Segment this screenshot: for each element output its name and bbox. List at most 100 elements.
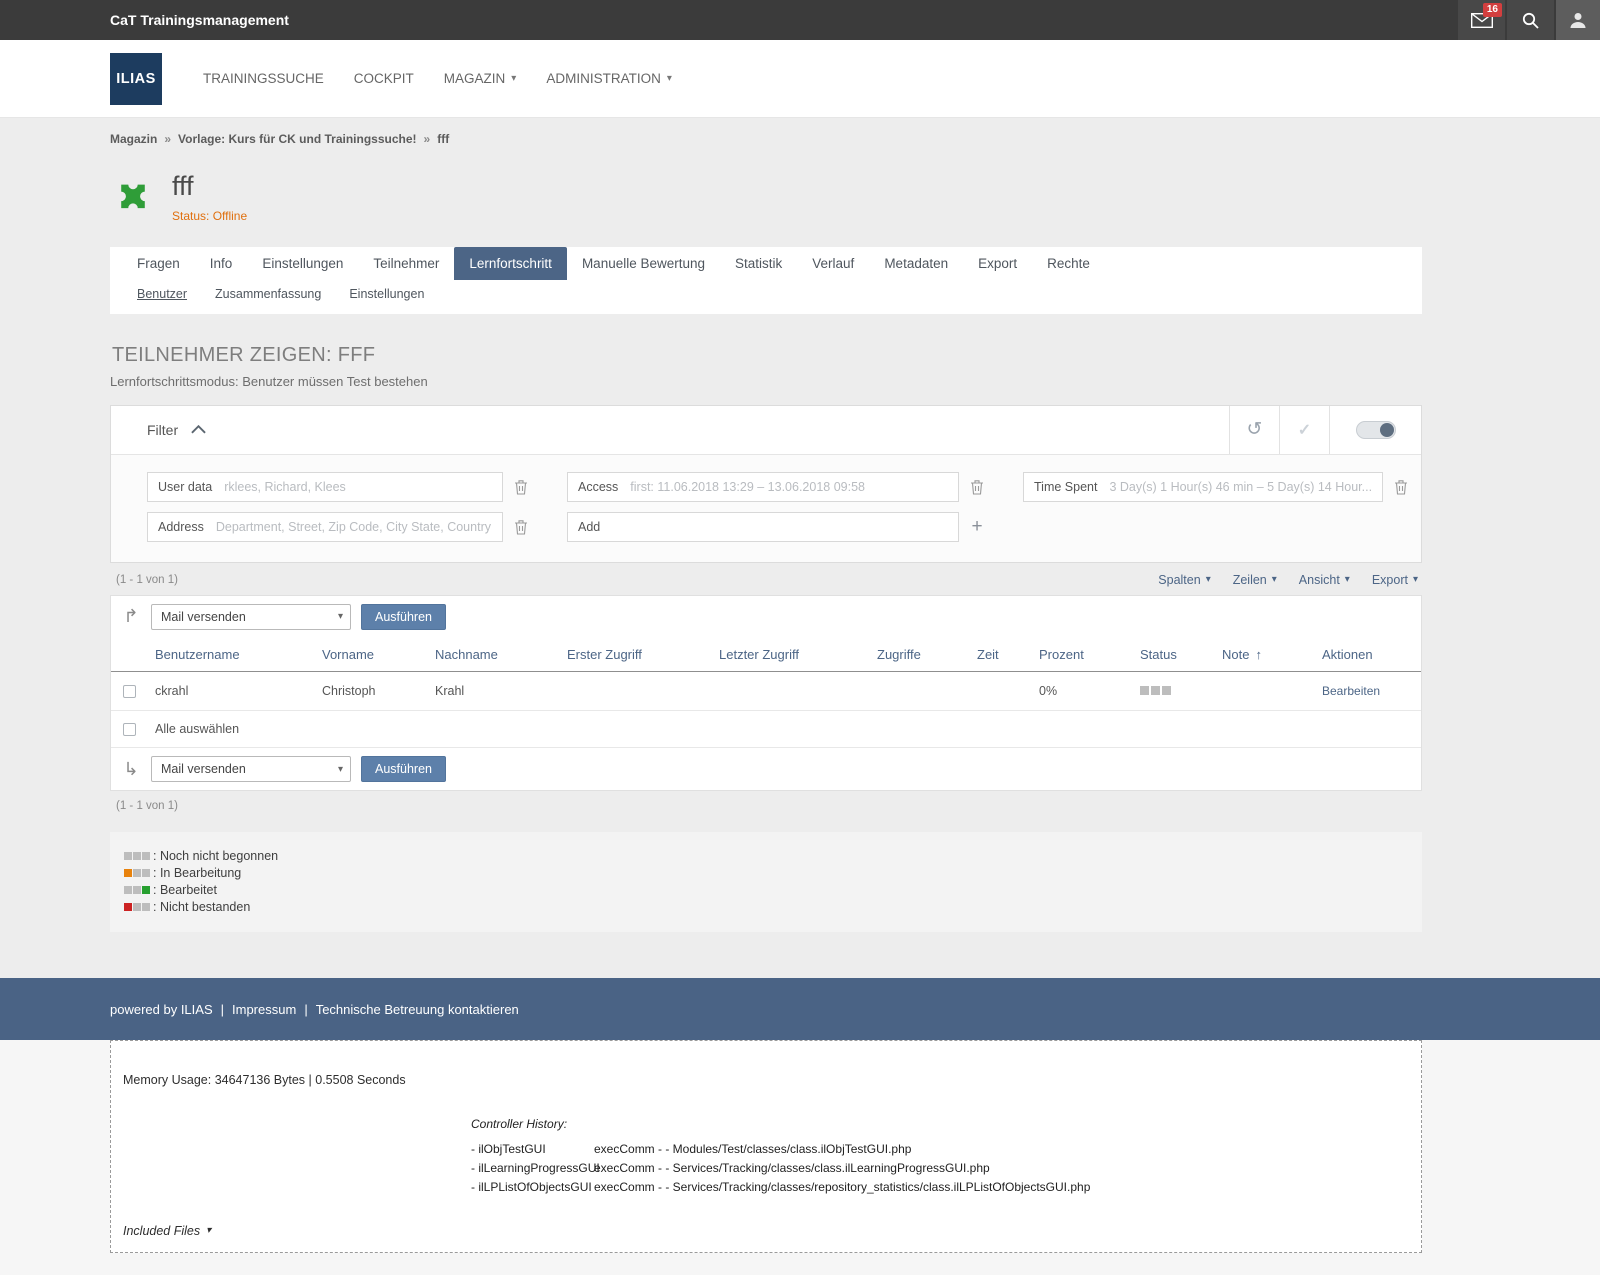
- subtab-benutzer[interactable]: Benutzer: [137, 287, 187, 301]
- tab-info[interactable]: Info: [195, 247, 248, 280]
- breadcrumb-item-vorlage[interactable]: Vorlage: Kurs für CK und Trainingssuche!: [178, 132, 416, 146]
- remove-address-filter-button[interactable]: [503, 519, 539, 535]
- menu-label: Zeilen: [1233, 573, 1267, 587]
- col-letzter-zugriff[interactable]: Letzter Zugriff: [711, 638, 869, 672]
- filter-field-access-wrap: Access first: 11.06.2018 13:29 – 13.06.2…: [567, 472, 995, 502]
- topbar: CaT Trainingsmanagement 16: [0, 0, 1600, 40]
- nav-cockpit[interactable]: COCKPIT: [339, 61, 429, 96]
- menu-spalten[interactable]: Spalten▾: [1158, 573, 1210, 587]
- filter-field-time-spent-wrap: Time Spent 3 Day(s) 1 Hour(s) 46 min – 5…: [1023, 472, 1419, 502]
- access-input[interactable]: Access first: 11.06.2018 13:29 – 13.06.2…: [567, 472, 959, 502]
- nav-magazin[interactable]: MAGAZIN▾: [429, 61, 532, 96]
- mail-button[interactable]: 16: [1458, 0, 1505, 40]
- search-button[interactable]: [1507, 0, 1554, 40]
- remove-time-spent-filter-button[interactable]: [1383, 479, 1419, 495]
- tab-verlauf[interactable]: Verlauf: [797, 247, 869, 280]
- col-erster-zugriff[interactable]: Erster Zugriff: [559, 638, 711, 672]
- topbar-icons: 16: [1456, 0, 1600, 40]
- field-label: Time Spent: [1034, 480, 1097, 494]
- address-input[interactable]: Address Department, Street, Zip Code, Ci…: [147, 512, 503, 542]
- filter-apply-button[interactable]: ✓: [1279, 406, 1329, 454]
- tab-lernfortschritt[interactable]: Lernfortschritt: [454, 247, 567, 280]
- nav-trainingssuche[interactable]: TRAININGSSUCHE: [188, 61, 339, 96]
- col-status[interactable]: Status: [1132, 638, 1214, 672]
- history-entry: - ilObjTestGUI execComm - - Modules/Test…: [471, 1140, 1421, 1159]
- action-select-bottom[interactable]: Mail versenden ▾: [151, 756, 351, 782]
- check-icon: ✓: [1298, 420, 1311, 440]
- support-link[interactable]: Technische Betreuung kontaktieren: [316, 1002, 519, 1017]
- status-square: [124, 903, 132, 911]
- memory-usage: Memory Usage: 34647136 Bytes | 0.5508 Se…: [123, 1073, 1421, 1087]
- col-benutzername[interactable]: Benutzername: [147, 638, 314, 672]
- history-class: - ilLPListOfObjectsGUI: [471, 1178, 594, 1197]
- tab-manuelle-bewertung[interactable]: Manuelle Bewertung: [567, 247, 720, 280]
- status-square: [142, 886, 150, 894]
- tab-metadaten[interactable]: Metadaten: [869, 247, 963, 280]
- col-zugriffe[interactable]: Zugriffe: [869, 638, 969, 672]
- included-files-label: Included Files: [123, 1224, 200, 1238]
- trash-icon: [970, 479, 984, 495]
- col-prozent[interactable]: Prozent: [1031, 638, 1132, 672]
- status-square: [124, 886, 132, 894]
- tab-statistik[interactable]: Statistik: [720, 247, 797, 280]
- nav-label: MAGAZIN: [444, 71, 506, 86]
- tab-rechte[interactable]: Rechte: [1032, 247, 1105, 280]
- time-spent-input[interactable]: Time Spent 3 Day(s) 1 Hour(s) 46 min – 5…: [1023, 472, 1383, 502]
- trash-icon: [1394, 479, 1408, 495]
- col-note[interactable]: Note↑: [1214, 638, 1314, 672]
- col-nachname[interactable]: Nachname: [427, 638, 559, 672]
- add-filter-field[interactable]: Add: [567, 512, 959, 542]
- breadcrumb-item-fff[interactable]: fff: [437, 132, 449, 146]
- status-square: [142, 869, 150, 877]
- powered-by-link[interactable]: powered by ILIAS: [110, 1002, 213, 1017]
- subtab-einstellungen[interactable]: Einstellungen: [349, 287, 424, 301]
- menu-zeilen[interactable]: Zeilen ▾: [1233, 573, 1277, 587]
- row-checkbox[interactable]: [123, 685, 136, 698]
- execute-button-top[interactable]: Ausführen: [361, 604, 446, 630]
- included-files-toggle[interactable]: Included Files ▾: [123, 1224, 1421, 1238]
- add-filter-button[interactable]: +: [959, 516, 995, 538]
- breadcrumb: Magazin»Vorlage: Kurs für CK und Trainin…: [0, 118, 1600, 146]
- user-data-input[interactable]: User data rklees, Richard, Klees: [147, 472, 503, 502]
- field-placeholder: 3 Day(s) 1 Hour(s) 46 min – 5 Day(s) 14 …: [1109, 480, 1372, 494]
- ilias-logo[interactable]: ILIAS: [110, 53, 162, 105]
- cell-zugriffe: [869, 671, 969, 710]
- nav-administration[interactable]: ADMINISTRATION▾: [531, 61, 687, 96]
- menu-ansicht[interactable]: Ansicht▾: [1299, 573, 1350, 587]
- user-menu-button[interactable]: [1556, 0, 1600, 40]
- field-placeholder: Department, Street, Zip Code, City State…: [216, 520, 491, 534]
- tab-teilnehmer[interactable]: Teilnehmer: [358, 247, 454, 280]
- field-placeholder: first: 11.06.2018 13:29 – 13.06.2018 09:…: [630, 480, 865, 494]
- tab-einstellungen[interactable]: Einstellungen: [247, 247, 358, 280]
- col-vorname[interactable]: Vorname: [314, 638, 427, 672]
- status-square: [142, 852, 150, 860]
- remove-access-filter-button[interactable]: [959, 479, 995, 495]
- bearbeiten-link[interactable]: Bearbeiten: [1322, 684, 1380, 698]
- execute-button-bottom[interactable]: Ausführen: [361, 756, 446, 782]
- status-text: Status: Offline: [172, 209, 247, 223]
- subtab-bar: Benutzer Zusammenfassung Einstellungen: [110, 280, 1422, 314]
- action-select-top[interactable]: Mail versenden ▾: [151, 604, 351, 630]
- apply-to-selected-icon: ↳: [121, 759, 141, 780]
- breadcrumb-item-magazin[interactable]: Magazin: [110, 132, 157, 146]
- apply-to-selected-icon: ↱: [121, 606, 141, 627]
- menu-export[interactable]: Export▾: [1372, 573, 1418, 587]
- tab-export[interactable]: Export: [963, 247, 1032, 280]
- select-all-checkbox[interactable]: [123, 723, 136, 736]
- history-detail: execComm - - Services/Tracking/classes/c…: [594, 1159, 990, 1178]
- chevron-down-icon: ▾: [338, 611, 343, 622]
- chevron-down-icon: ▾: [1272, 574, 1277, 585]
- participants-table: Benutzername Vorname Nachname Erster Zug…: [111, 638, 1421, 748]
- filter-toggle-cell: [1329, 406, 1421, 454]
- remove-user-data-filter-button[interactable]: [503, 479, 539, 495]
- impressum-link[interactable]: Impressum: [232, 1002, 296, 1017]
- filter-reset-button[interactable]: ↺: [1229, 406, 1279, 454]
- main-nav: TRAININGSSUCHE COCKPIT MAGAZIN▾ ADMINIST…: [188, 61, 687, 96]
- filter-collapse-toggle[interactable]: Filter: [147, 422, 1229, 438]
- menu-label: Spalten: [1158, 573, 1200, 587]
- subtab-zusammenfassung[interactable]: Zusammenfassung: [215, 287, 321, 301]
- status-square: [133, 886, 141, 894]
- filter-toggle[interactable]: [1356, 421, 1396, 439]
- col-zeit[interactable]: Zeit: [969, 638, 1031, 672]
- tab-fragen[interactable]: Fragen: [122, 247, 195, 280]
